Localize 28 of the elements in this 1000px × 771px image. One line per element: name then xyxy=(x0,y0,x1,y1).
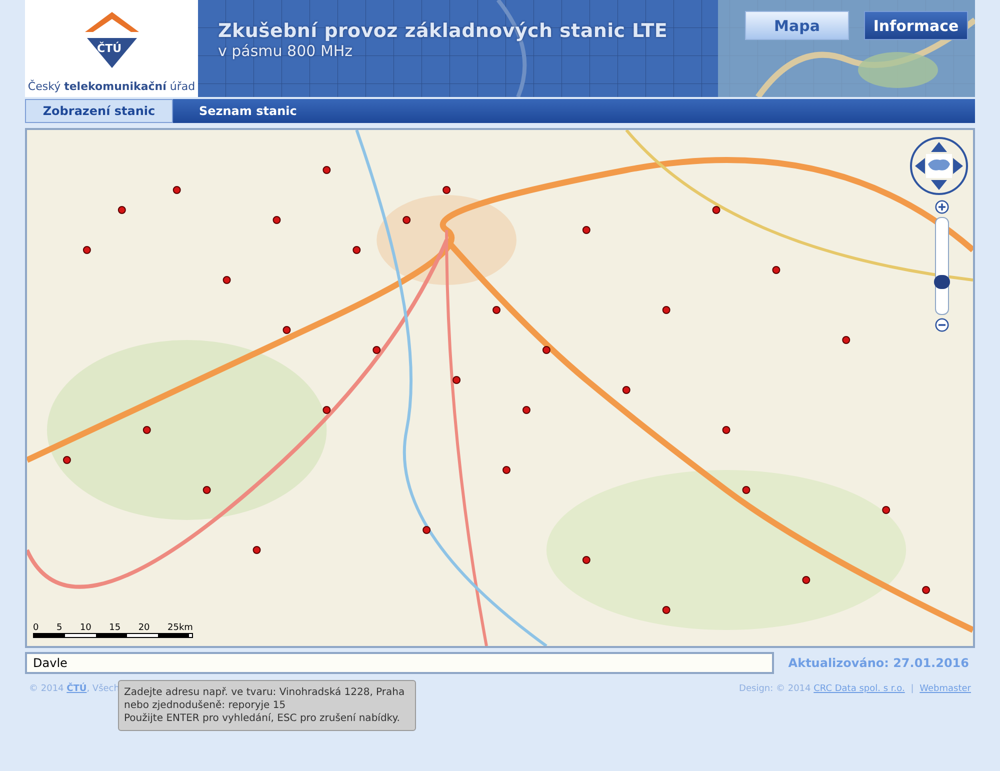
scale-label: 15 xyxy=(109,623,121,633)
zoom-out-button[interactable] xyxy=(935,318,949,332)
tooltip-text: Použijte ENTER pro vyhledání, ESC pro zrušení nabídky. xyxy=(124,713,401,724)
tab[interactable]: Seznam stanic xyxy=(185,99,311,123)
organization-name: Český telekomunikační úřad xyxy=(28,80,196,93)
search-field[interactable]: Davle xyxy=(25,652,774,674)
tooltip-text: nebo zjednodušeně: reporyje 15 xyxy=(124,700,287,711)
zoom-slider[interactable] xyxy=(935,217,949,315)
scale-label: 20 xyxy=(138,623,150,633)
tooltip-text: Zadejte adresu např. ve tvaru: Vinohradská 1228, Praha xyxy=(124,687,406,698)
nav-button[interactable]: Mapa xyxy=(745,11,849,40)
design-credit: Design: © 2014 xyxy=(739,684,812,694)
tab[interactable]: Zobrazení stanic xyxy=(25,99,173,123)
zoom-slider-thumb[interactable] xyxy=(934,274,950,289)
rights-text: , Všech xyxy=(86,684,120,694)
pan-control-icon[interactable] xyxy=(909,136,969,196)
scale-label: 5 xyxy=(56,623,62,633)
scale-label: 10 xyxy=(80,623,92,633)
site-subtitle: v pásmu 800 MHz xyxy=(218,42,354,60)
zoom-in-button[interactable] xyxy=(935,200,949,214)
scale-label: 25km xyxy=(168,623,193,633)
update-date: Aktualizováno: 27.01.2016 xyxy=(788,656,969,670)
logo-abbreviation: ČTÚ xyxy=(97,42,122,55)
scale-label: 0 xyxy=(33,623,39,633)
site-title: Zkušební provoz základnových stanic LTE xyxy=(218,20,668,42)
copyright-text: © 2014 xyxy=(29,684,65,694)
nav-button[interactable]: Informace xyxy=(864,11,968,40)
separator: | xyxy=(910,684,914,694)
